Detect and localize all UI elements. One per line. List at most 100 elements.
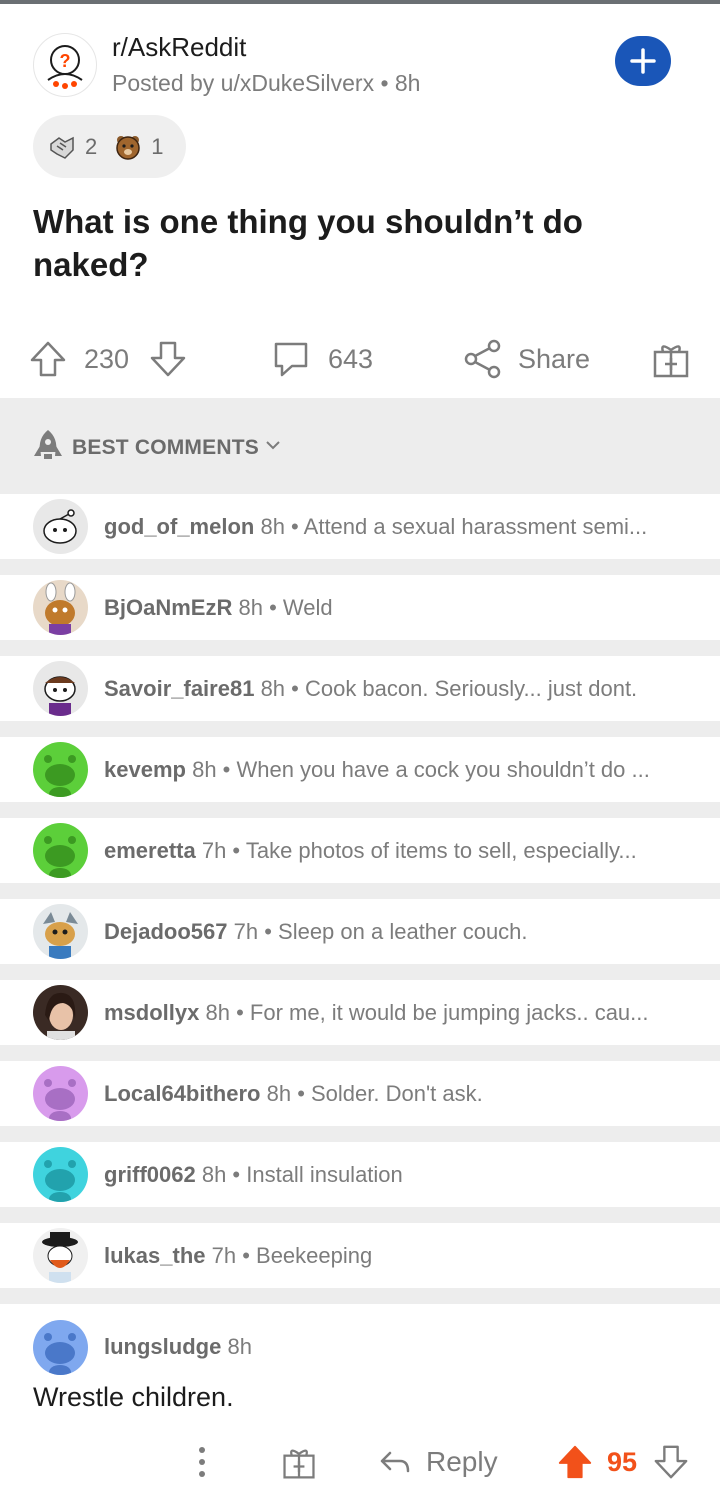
divider — [0, 964, 720, 980]
gift-icon — [283, 1449, 315, 1479]
divider — [0, 883, 720, 899]
comment-meta: 8h • For me, it would be jumping jacks..… — [205, 999, 649, 1025]
comment-summary: msdollyx 8h • For me, it would be jumpin… — [104, 1000, 688, 1026]
reply-label: Reply — [426, 1446, 498, 1477]
comment-meta: 8h • Weld — [238, 594, 333, 620]
comment-username[interactable]: msdollyx — [104, 1000, 199, 1025]
user-avatar — [33, 742, 88, 797]
subreddit-avatar[interactable]: ? — [33, 33, 97, 97]
comment-meta: 8h • Install insulation — [201, 1161, 403, 1187]
comment-meta: 7h • Sleep on a leather couch. — [233, 918, 528, 944]
more-vertical-icon — [199, 1447, 205, 1477]
comment-username[interactable]: Savoir_faire81 — [104, 676, 254, 701]
comment-username[interactable]: griff0062 — [104, 1162, 196, 1187]
comment-username[interactable]: Local64bithero — [104, 1081, 260, 1106]
comment-meta: 8h • Solder. Don't ask. — [266, 1080, 483, 1106]
comment-row[interactable]: god_of_melon 8h • Attend a sexual harass… — [0, 494, 720, 559]
award-gift-button[interactable] — [650, 330, 692, 388]
comment-row[interactable]: griff0062 8h • Install insulation — [0, 1142, 720, 1207]
posted-by[interactable]: Posted by u/xDukeSilverx • 8h — [112, 70, 420, 97]
post-action-bar: 230 643 Share — [0, 330, 720, 388]
comment-body: Wrestle children. — [33, 1382, 234, 1412]
upvote-button[interactable] — [28, 330, 68, 388]
awards-pill[interactable]: 2 1 — [33, 115, 186, 178]
expanded-comment-header: lungsludge 8h — [104, 1334, 688, 1360]
downvote-arrow-icon — [150, 341, 186, 377]
comment-row[interactable]: Savoir_faire81 8h • Cook bacon. Seriousl… — [0, 656, 720, 721]
comment-summary: Local64bithero 8h • Solder. Don't ask. — [104, 1081, 688, 1107]
user-avatar — [33, 1066, 88, 1121]
comment-row[interactable]: msdollyx 8h • For me, it would be jumpin… — [0, 980, 720, 1045]
comment-action-bar: Reply 95 — [0, 1432, 720, 1492]
comment-time: 8h — [227, 1334, 252, 1359]
join-button[interactable] — [615, 36, 671, 86]
reply-arrow-icon — [380, 1451, 410, 1473]
user-avatar[interactable] — [33, 1320, 88, 1375]
chevron-down-icon — [266, 441, 280, 450]
comment-meta: 8h • When you have a cock you shouldn’t … — [192, 756, 650, 782]
comment-meta: 7h • Take photos of items to sell, espec… — [201, 837, 637, 863]
comment-username[interactable]: lukas_the — [104, 1243, 206, 1268]
divider — [0, 1126, 720, 1142]
comment-username[interactable]: god_of_melon — [104, 514, 254, 539]
comment-username[interactable]: kevemp — [104, 757, 186, 782]
comment-score: 95 — [607, 1446, 638, 1477]
comment-bubble-icon — [274, 342, 308, 377]
comment-summary: lukas_the 7h • Beekeeping — [104, 1243, 688, 1269]
comment-meta: 7h • Beekeeping — [211, 1242, 373, 1268]
user-avatar — [33, 499, 88, 554]
divider — [0, 1207, 720, 1223]
comment-username[interactable]: emeretta — [104, 838, 196, 863]
share-icon — [464, 339, 501, 379]
comment-summary: Dejadoo567 7h • Sleep on a leather couch… — [104, 919, 688, 945]
comment-summary: emeretta 7h • Take photos of items to se… — [104, 838, 688, 864]
comment-summary: Savoir_faire81 8h • Cook bacon. Seriousl… — [104, 676, 688, 702]
subreddit-name[interactable]: r/AskReddit — [112, 32, 246, 63]
plus-icon — [630, 48, 656, 74]
comment-row[interactable]: Local64bithero 8h • Solder. Don't ask. — [0, 1061, 720, 1126]
comment-row[interactable]: emeretta 7h • Take photos of items to se… — [0, 818, 720, 883]
upvote-arrow-filled-icon — [558, 1445, 592, 1479]
sort-label: BEST COMMENTS — [72, 436, 259, 459]
comment-meta: 8h • Attend a sexual harassment semi... — [260, 513, 648, 539]
comment-row[interactable]: kevemp 8h • When you have a cock you sho… — [0, 737, 720, 802]
comment-row[interactable]: BjOaNmEzR 8h • Weld — [0, 575, 720, 640]
comment-username[interactable]: BjOaNmEzR — [104, 595, 232, 620]
share-label: Share — [518, 343, 591, 374]
comment-upvote-button[interactable] — [556, 1432, 594, 1492]
top-status-line — [0, 0, 720, 4]
user-avatar — [33, 661, 88, 716]
share-button[interactable]: Share — [462, 330, 590, 388]
award-count-2: 1 — [151, 133, 164, 159]
reply-button[interactable]: Reply — [378, 1432, 498, 1492]
comment-summary: god_of_melon 8h • Attend a sexual harass… — [104, 514, 688, 540]
upvote-arrow-icon — [30, 341, 66, 377]
comment-row[interactable]: Dejadoo567 7h • Sleep on a leather couch… — [0, 899, 720, 964]
more-options-button[interactable] — [190, 1432, 214, 1492]
comment-row[interactable]: lukas_the 7h • Beekeeping — [0, 1223, 720, 1288]
award-count-1: 2 — [85, 133, 98, 159]
comment-username[interactable]: lungsludge — [104, 1334, 221, 1359]
comments-button[interactable]: 643 — [270, 330, 373, 388]
comment-meta: 8h • Cook bacon. Seriously... just dont. — [260, 675, 638, 701]
bear-award-icon — [116, 135, 140, 160]
divider — [0, 802, 720, 818]
comment-downvote-button[interactable] — [652, 1432, 690, 1492]
downvote-button[interactable] — [148, 330, 188, 388]
user-avatar — [33, 823, 88, 878]
comment-count: 643 — [328, 343, 374, 374]
gift-icon — [653, 345, 689, 378]
user-avatar — [33, 580, 88, 635]
divider — [0, 721, 720, 737]
downvote-arrow-icon — [654, 1445, 688, 1479]
award-gift-button[interactable] — [280, 1432, 318, 1492]
divider — [0, 559, 720, 575]
user-avatar — [33, 1147, 88, 1202]
divider — [0, 1045, 720, 1061]
user-avatar — [33, 985, 88, 1040]
divider — [0, 1288, 720, 1304]
post-title[interactable]: What is one thing you shouldn’t do naked… — [33, 200, 673, 286]
comment-username[interactable]: Dejadoo567 — [104, 919, 228, 944]
rocket-icon — [34, 430, 62, 459]
divider — [0, 640, 720, 656]
